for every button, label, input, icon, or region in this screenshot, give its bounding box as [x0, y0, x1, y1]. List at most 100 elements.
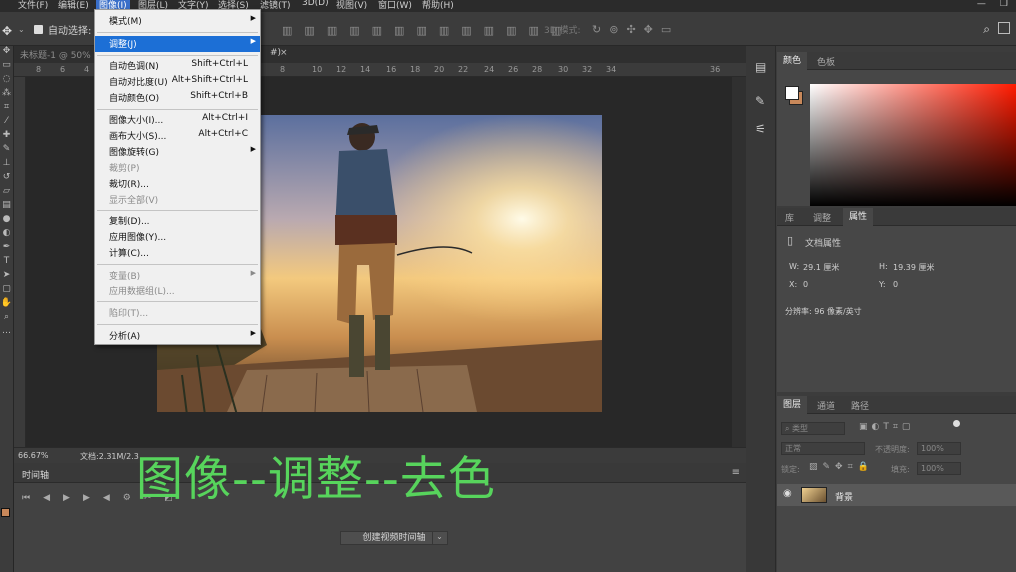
tab-properties[interactable]: 属性 — [843, 208, 874, 226]
menu-3d[interactable]: 3D(D) — [302, 0, 329, 8]
layer-row-background[interactable]: ◉ 背景 — [777, 484, 1016, 506]
auto-select-checkbox[interactable] — [34, 25, 43, 34]
brush-tool-icon[interactable]: ✎ — [0, 144, 13, 158]
orbit-icon[interactable]: ↻ — [592, 23, 601, 36]
menu-item-apply-image[interactable]: 应用图像(Y)... — [95, 229, 260, 245]
lasso-tool-icon[interactable]: ◌ — [0, 74, 13, 88]
slide-3d-icon[interactable]: ✥ — [644, 23, 653, 36]
panel-menu-icon[interactable]: ≡ — [732, 467, 740, 478]
distribute-top-icon[interactable]: ▥ — [416, 24, 426, 37]
dodge-icon[interactable]: ◐ — [0, 228, 13, 242]
align-hcenter-icon[interactable]: ▥ — [372, 24, 382, 37]
tab-layers[interactable]: 图层 — [777, 396, 808, 414]
type-tool-icon[interactable]: T — [0, 256, 13, 270]
menu-window[interactable]: 窗口(W) — [378, 0, 412, 11]
stamp-tool-icon[interactable]: ⊥ — [0, 158, 13, 172]
zoom-level[interactable]: 66.67% — [18, 451, 49, 460]
marquee-tool-icon[interactable]: ▭ — [0, 60, 13, 74]
shape-tool-icon[interactable]: ▢ — [0, 284, 13, 298]
hand-tool-icon[interactable]: ✋ — [0, 298, 13, 312]
roll-icon[interactable]: ⊚ — [609, 23, 618, 36]
menu-file[interactable]: 文件(F) — [18, 0, 48, 11]
foreground-color-swatch[interactable] — [1, 508, 10, 517]
tab-libraries[interactable]: 库 — [785, 211, 794, 224]
brush-settings-icon[interactable]: ✎ — [755, 94, 775, 108]
distribute-bottom-icon[interactable]: ▥ — [461, 24, 471, 37]
foreground-color-swatch[interactable] — [785, 86, 799, 100]
menu-item-trim[interactable]: 裁切(R)... — [95, 176, 260, 192]
search-icon[interactable]: ⌕ — [983, 22, 990, 37]
menu-item-image-rotation[interactable]: 图像旋转(G) ▶ — [95, 144, 260, 160]
move-tool-icon[interactable]: ✥ — [2, 24, 12, 38]
history-icon[interactable]: ▤ — [755, 60, 775, 74]
align-left-icon[interactable]: ▥ — [349, 24, 359, 37]
menu-item-mode[interactable]: 模式(M) ▶ — [95, 13, 260, 29]
document-tab[interactable]: 未标题-1 @ 50% — [20, 48, 91, 61]
layer-filter-select[interactable]: ⌕ 类型 — [781, 422, 845, 435]
prev-frame-icon[interactable]: ◀ — [43, 493, 50, 503]
opacity-field[interactable]: 100% — [917, 442, 961, 455]
tab-paths[interactable]: 路径 — [851, 399, 869, 412]
audio-icon[interactable]: ◀ — [103, 493, 110, 503]
blur-icon[interactable]: ● — [0, 214, 13, 228]
menu-item-adjustments[interactable]: 调整(J) ▶ — [95, 36, 260, 52]
chevron-down-icon[interactable]: ⌄ — [18, 25, 25, 34]
menu-item-image-size[interactable]: 图像大小(I)... Alt+Ctrl+I — [95, 112, 260, 128]
crop-tool-icon[interactable]: ⌗ — [0, 102, 13, 116]
width-value[interactable]: 29.1 厘米 — [803, 262, 839, 273]
camera-icon[interactable]: ▭ — [661, 23, 671, 36]
path-select-icon[interactable]: ➤ — [0, 270, 13, 284]
blend-mode-select[interactable]: 正常 — [781, 442, 865, 455]
align-right-icon[interactable]: ▥ — [394, 24, 404, 37]
move-tool-icon[interactable]: ✥ — [0, 46, 13, 60]
menu-item-auto-color[interactable]: 自动颜色(O) Shift+Ctrl+B — [95, 90, 260, 106]
eyedropper-icon[interactable]: ⁄ — [0, 116, 13, 130]
lock-icons[interactable]: ▨✎✥⌗🔒 — [809, 462, 874, 472]
healing-icon[interactable]: ✚ — [0, 130, 13, 144]
first-frame-icon[interactable]: ⏮ — [22, 493, 30, 503]
next-frame-icon[interactable]: ▶ — [83, 493, 90, 503]
zoom-tool-icon[interactable]: ⌕ — [0, 312, 13, 326]
height-value[interactable]: 19.39 厘米 — [893, 262, 934, 273]
align-bottom-icon[interactable]: ▥ — [327, 24, 337, 37]
minimize-icon[interactable]: — — [977, 0, 986, 9]
restore-icon[interactable]: ❐ — [1000, 0, 1008, 9]
eraser-icon[interactable]: ▱ — [0, 186, 13, 200]
distribute-vcenter-icon[interactable]: ▥ — [439, 24, 449, 37]
pen-tool-icon[interactable]: ✒ — [0, 242, 13, 256]
menu-filter[interactable]: 滤镜(T) — [260, 0, 291, 11]
more-tools-icon[interactable]: … — [0, 326, 13, 340]
gradient-icon[interactable]: ▤ — [0, 200, 13, 214]
align-vcenter-icon[interactable]: ▥ — [304, 24, 314, 37]
play-icon[interactable]: ▶ — [63, 493, 70, 503]
menu-help[interactable]: 帮助(H) — [422, 0, 454, 11]
adjust-settings-icon[interactable]: ⚟ — [755, 122, 775, 136]
menu-item-auto-contrast[interactable]: 自动对比度(U) Alt+Shift+Ctrl+L — [95, 74, 260, 90]
tab-swatches[interactable]: 色板 — [817, 55, 835, 68]
eye-icon[interactable]: ◉ — [783, 488, 792, 499]
menu-item-analysis[interactable]: 分析(A) ▶ — [95, 328, 260, 344]
layer-filter-icons[interactable]: ▣◐T⌗▢ — [859, 422, 914, 432]
distribute-left-icon[interactable]: ▥ — [484, 24, 494, 37]
tab-channels[interactable]: 通道 — [817, 399, 835, 412]
menu-item-calculations[interactable]: 计算(C)... — [95, 245, 260, 261]
fill-field[interactable]: 100% — [917, 462, 961, 475]
color-spectrum-picker[interactable] — [810, 84, 1016, 206]
chevron-down-icon[interactable]: ⌄ — [432, 531, 446, 545]
close-tab-icon[interactable]: × — [280, 48, 288, 58]
distribute-right-icon[interactable]: ▥ — [528, 24, 538, 37]
workspace-icon[interactable] — [998, 22, 1010, 34]
menu-item-auto-tone[interactable]: 自动色调(N) Shift+Ctrl+L — [95, 58, 260, 74]
x-value[interactable]: 0 — [803, 280, 808, 289]
distribute-hcenter-icon[interactable]: ▥ — [506, 24, 516, 37]
quick-select-icon[interactable]: ⁂ — [0, 88, 13, 102]
pan-3d-icon[interactable]: ✣ — [626, 23, 635, 36]
vertical-scrollbar[interactable] — [732, 77, 746, 447]
menu-edit[interactable]: 编辑(E) — [58, 0, 89, 11]
settings-icon[interactable]: ⚙ — [123, 493, 131, 503]
tab-adjustments[interactable]: 调整 — [813, 211, 831, 224]
filter-toggle-icon[interactable] — [953, 420, 960, 427]
tab-color[interactable]: 颜色 — [777, 52, 808, 70]
menu-item-canvas-size[interactable]: 画布大小(S)... Alt+Ctrl+C — [95, 128, 260, 144]
menu-item-duplicate[interactable]: 复制(D)... — [95, 213, 260, 229]
